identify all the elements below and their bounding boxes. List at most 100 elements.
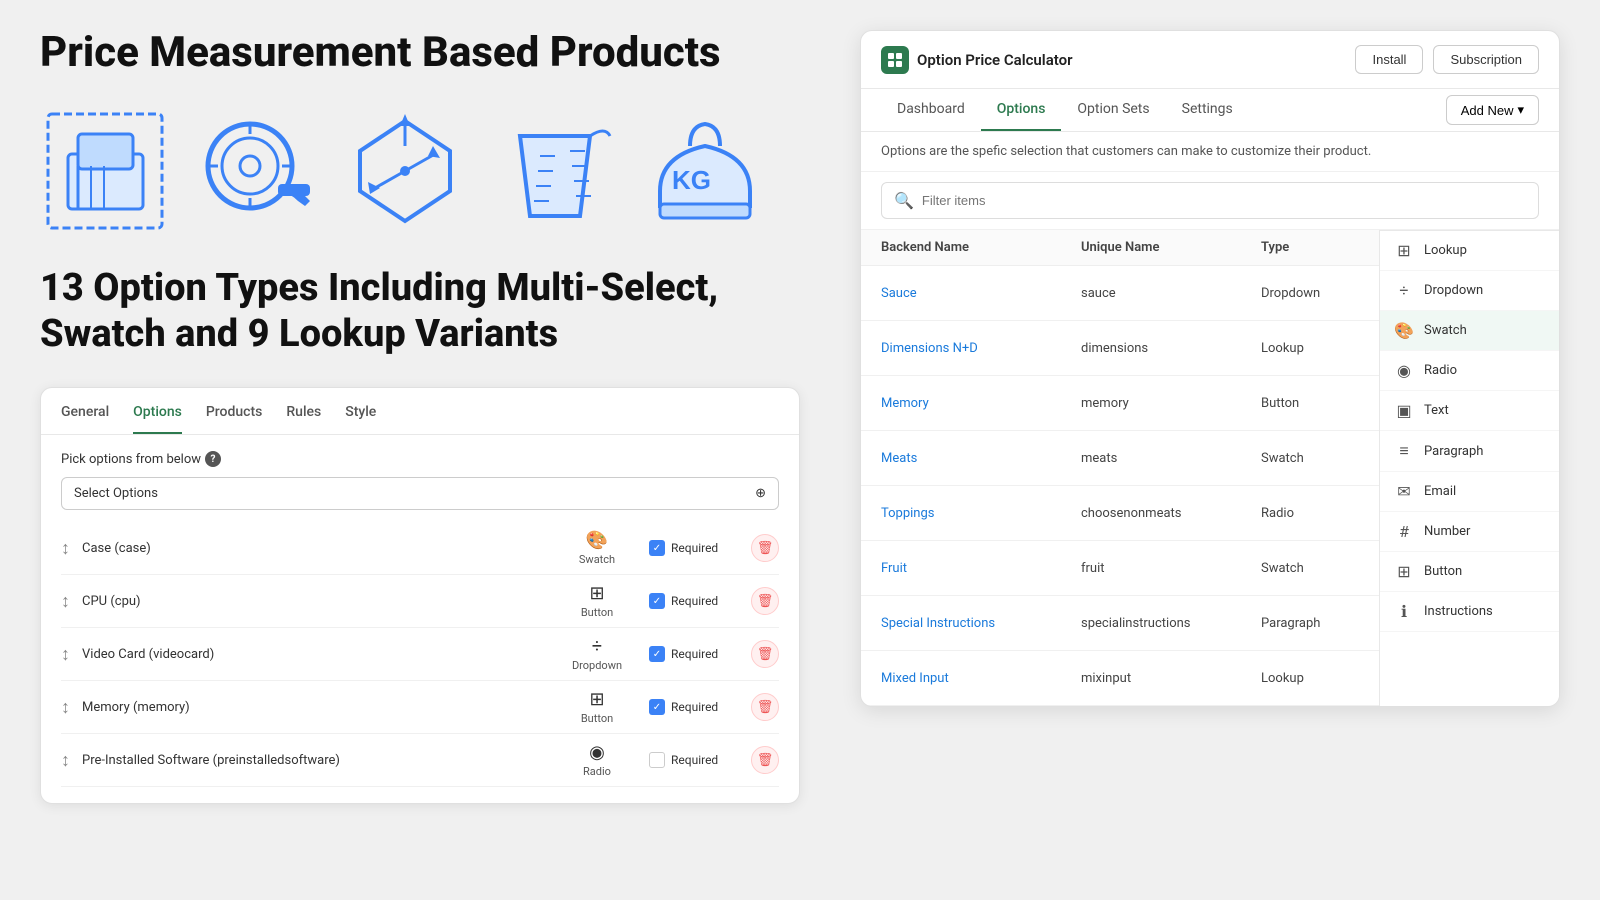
option-name: Memory (memory) [82, 700, 545, 715]
option-row: ↕ Case (case) 🎨 Swatch ✓ Required 🗑 [61, 522, 779, 575]
text-icon: ▣ [1394, 401, 1414, 420]
app-header: Option Price Calculator Install Subscrip… [861, 31, 1559, 89]
tab-style[interactable]: Style [345, 404, 376, 434]
number-icon: # [1394, 522, 1414, 541]
search-input[interactable] [922, 193, 1526, 208]
option-name: Pre-Installed Software (preinstalledsoft… [82, 753, 545, 768]
delete-button[interactable]: 🗑 [751, 640, 779, 668]
row-name[interactable]: Toppings [881, 506, 1081, 521]
main-table: Backend Name Unique Name Type Last Updat… [861, 230, 1559, 706]
required-checkbox[interactable]: ✓ [649, 699, 665, 715]
type-paragraph[interactable]: ≡ Paragraph [1380, 431, 1559, 472]
required-checkbox[interactable]: ✓ [649, 646, 665, 662]
row-type: Swatch [1261, 451, 1381, 466]
type-text[interactable]: ▣ Text [1380, 391, 1559, 431]
row-unique: memory [1081, 396, 1261, 411]
install-button[interactable]: Install [1355, 45, 1423, 74]
subtitle: 13 Option Types Including Multi-Select, … [40, 266, 800, 357]
row-type: Dropdown [1261, 286, 1381, 301]
type-button[interactable]: ⊞ Button [1380, 552, 1559, 592]
instructions-icon: ℹ [1394, 602, 1414, 621]
delete-button[interactable]: 🗑 [751, 693, 779, 721]
add-new-button[interactable]: Add New ▾ [1446, 95, 1539, 125]
nav-options[interactable]: Options [981, 89, 1062, 131]
row-name[interactable]: Meats [881, 451, 1081, 466]
left-panel: Price Measurement Based Products [40, 30, 800, 804]
option-card: General Options Products Rules Style Pic… [40, 387, 800, 804]
row-type: Radio [1261, 506, 1381, 521]
row-name[interactable]: Dimensions N+D [881, 341, 1081, 356]
tab-general[interactable]: General [61, 404, 109, 434]
tab-rules[interactable]: Rules [286, 404, 321, 434]
card-tabs: General Options Products Rules Style [41, 388, 799, 435]
options-table: ↕ Case (case) 🎨 Swatch ✓ Required 🗑 ↕ C [61, 522, 779, 787]
type-lookup[interactable]: ⊞ Lookup [1380, 231, 1559, 271]
option-type: ⊞ Button [557, 689, 637, 725]
drag-handle[interactable]: ↕ [61, 697, 70, 718]
type-number[interactable]: # Number [1380, 512, 1559, 552]
paragraph-icon: ≡ [1394, 441, 1414, 461]
row-name[interactable]: Sauce [881, 286, 1081, 301]
type-radio[interactable]: ◉ Radio [1380, 351, 1559, 391]
description-text: Options are the spefic selection that cu… [861, 132, 1559, 172]
app-card: Option Price Calculator Install Subscrip… [860, 30, 1560, 707]
nav-option-sets[interactable]: Option Sets [1061, 89, 1165, 131]
row-name[interactable]: Mixed Input [881, 671, 1081, 686]
type-instructions[interactable]: ℹ Instructions [1380, 592, 1559, 632]
row-type: Lookup [1261, 671, 1381, 686]
option-type: ⊞ Button [557, 583, 637, 619]
delete-button[interactable]: 🗑 [751, 587, 779, 615]
required-checkbox[interactable]: ✓ [649, 540, 665, 556]
row-type: Button [1261, 396, 1381, 411]
drag-handle[interactable]: ↕ [61, 750, 70, 771]
card-body: Pick options from below ? Select Options… [41, 435, 799, 803]
subscription-button[interactable]: Subscription [1433, 45, 1539, 74]
main-title: Price Measurement Based Products [40, 30, 800, 76]
icon-3d [340, 106, 470, 236]
icon-cup [490, 106, 620, 236]
icons-row: KG [40, 106, 800, 236]
th-backend: Backend Name [881, 240, 1081, 255]
icon-kg: KG [640, 106, 770, 236]
filter-input-wrapper: 🔍 [881, 182, 1539, 219]
option-row: ↕ Pre-Installed Software (preinstalledso… [61, 734, 779, 787]
type-email[interactable]: ✉ Email [1380, 472, 1559, 512]
drag-handle[interactable]: ↕ [61, 538, 70, 559]
th-unique: Unique Name [1081, 240, 1261, 255]
delete-button[interactable]: 🗑 [751, 746, 779, 774]
drag-handle[interactable]: ↕ [61, 644, 70, 665]
type-dropdown: ⊞ Lookup ÷ Dropdown 🎨 Swatch ◉ Radio ▣ [1379, 230, 1559, 706]
dropdown-icon: ÷ [1394, 281, 1414, 300]
required-checkbox[interactable]: ✓ [649, 593, 665, 609]
filter-bar: 🔍 [861, 172, 1559, 230]
tab-products[interactable]: Products [206, 404, 263, 434]
required-cell: ✓ Required [649, 699, 739, 715]
select-dropdown[interactable]: Select Options ⊕ [61, 477, 779, 510]
row-name[interactable]: Special Instructions [881, 616, 1081, 631]
required-cell: ✓ Required [649, 593, 739, 609]
option-name: Video Card (videocard) [82, 647, 545, 662]
delete-button[interactable]: 🗑 [751, 534, 779, 562]
row-name[interactable]: Fruit [881, 561, 1081, 576]
option-name: CPU (cpu) [82, 594, 545, 609]
row-unique: meats [1081, 451, 1261, 466]
search-icon: 🔍 [894, 191, 914, 210]
row-type: Lookup [1261, 341, 1381, 356]
header-actions: Install Subscription [1355, 45, 1539, 74]
nav-dashboard[interactable]: Dashboard [881, 89, 981, 131]
row-unique: dimensions [1081, 341, 1261, 356]
required-checkbox[interactable] [649, 752, 665, 768]
row-type: Paragraph [1261, 616, 1381, 631]
nav-settings[interactable]: Settings [1166, 89, 1249, 131]
app-nav: Dashboard Options Option Sets Settings A… [861, 89, 1559, 132]
row-unique: sauce [1081, 286, 1261, 301]
drag-handle[interactable]: ↕ [61, 591, 70, 612]
row-unique: specialinstructions [1081, 616, 1261, 631]
type-dropdown-option[interactable]: ÷ Dropdown [1380, 271, 1559, 311]
option-row: ↕ Video Card (videocard) ÷ Dropdown ✓ Re… [61, 628, 779, 681]
type-swatch[interactable]: 🎨 Swatch [1380, 311, 1559, 351]
row-name[interactable]: Memory [881, 396, 1081, 411]
button-icon: ⊞ [1394, 562, 1414, 581]
option-type: ◉ Radio [557, 742, 637, 778]
tab-options[interactable]: Options [133, 404, 182, 434]
